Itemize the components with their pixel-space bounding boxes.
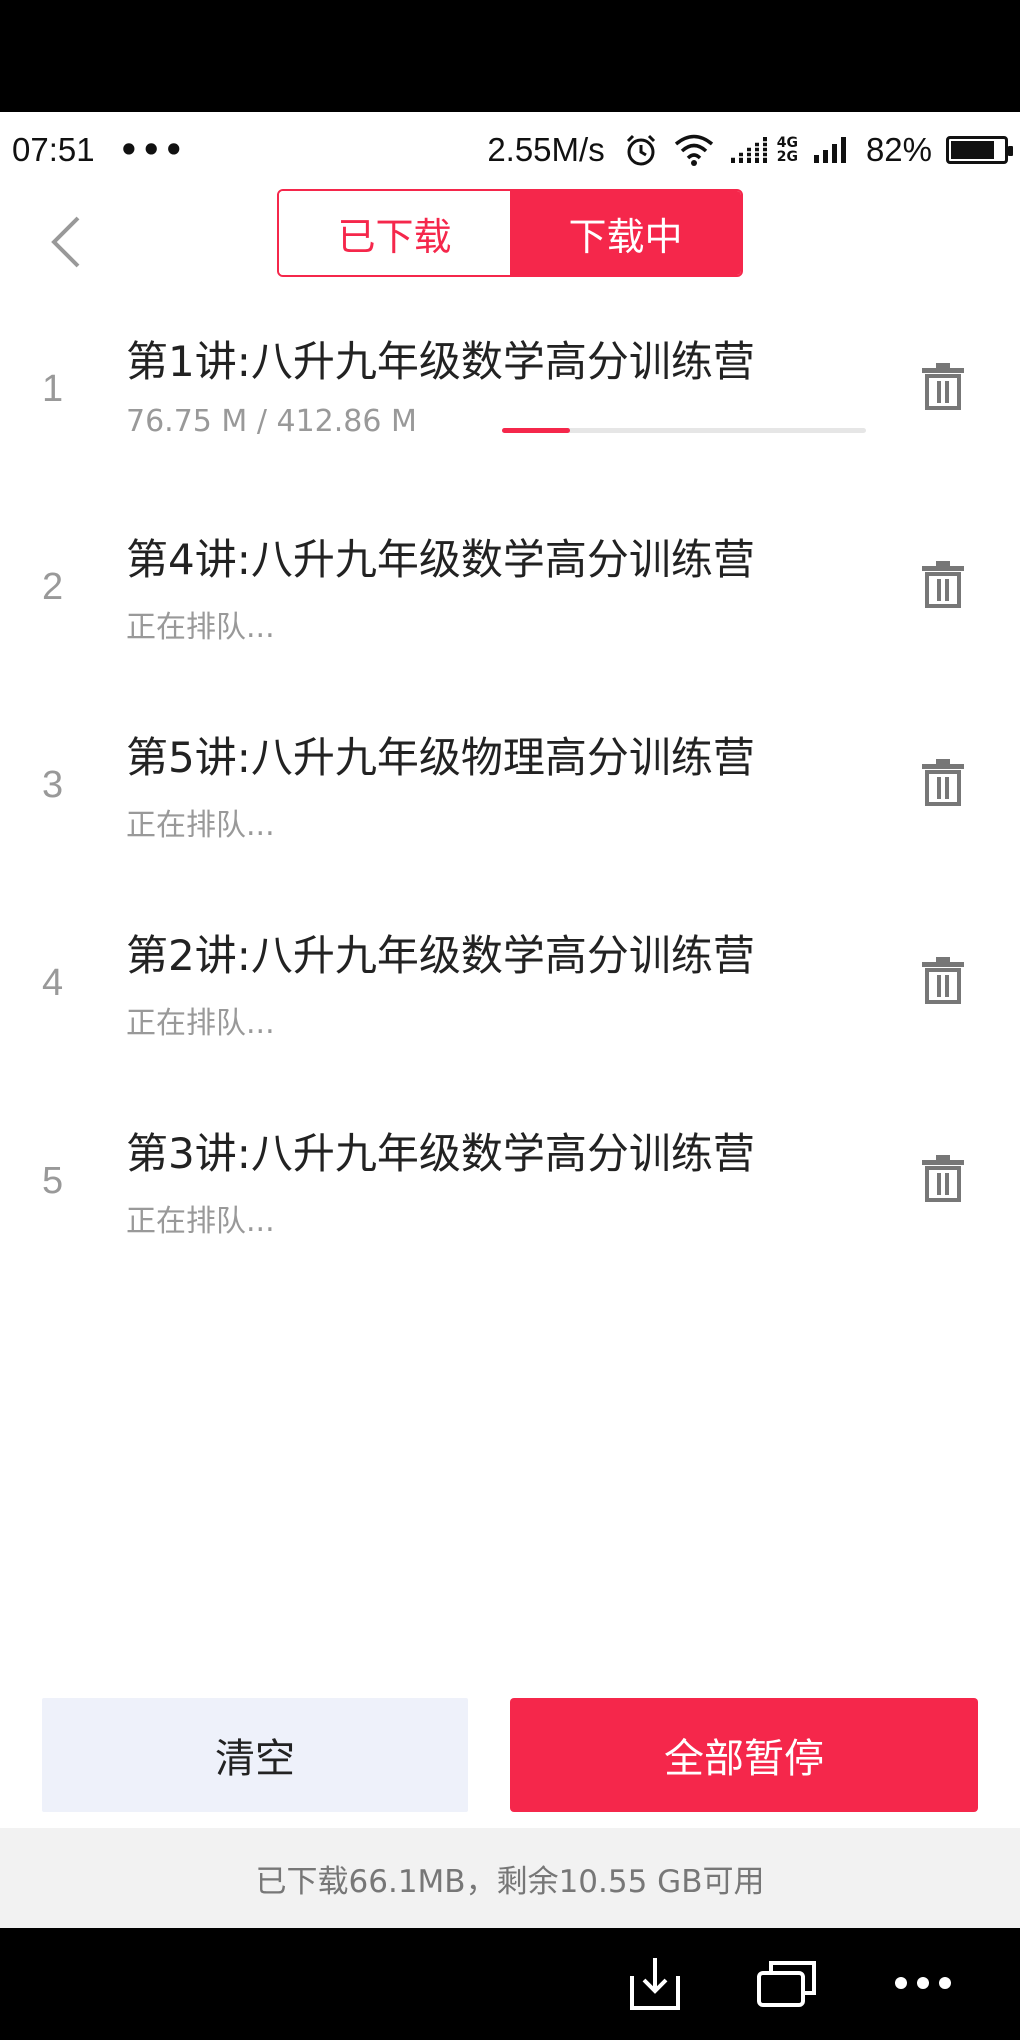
alarm-icon xyxy=(623,132,659,168)
item-index: 1 xyxy=(42,368,64,410)
list-item[interactable]: 4 第2讲:八升九年级数学高分训练营 正在排队... xyxy=(0,910,1020,1108)
status-right-group: 2.55M/s 4G 2G 82% xyxy=(487,131,1013,169)
download-list: 1 第1讲:八升九年级数学高分训练营 76.75 M / 412.86 M 2 … xyxy=(0,316,1020,1306)
item-title: 第2讲:八升九年级数学高分训练营 xyxy=(126,931,755,980)
top-bezel xyxy=(0,0,1020,112)
item-index: 2 xyxy=(42,566,64,608)
download-manager-page: 已下载 下载中 1 第1讲:八升九年级数学高分训练营 76.75 M / 412… xyxy=(0,188,1020,1928)
nav-more-button[interactable] xyxy=(888,1948,958,2018)
item-index: 3 xyxy=(42,764,64,806)
wifi-icon xyxy=(673,133,715,167)
item-title: 第5讲:八升九年级物理高分训练营 xyxy=(126,733,755,782)
nav-recent-apps-button[interactable] xyxy=(752,1948,822,2018)
item-size-progress: 76.75 M / 412.86 M xyxy=(126,404,417,439)
list-item[interactable]: 1 第1讲:八升九年级数学高分训练营 76.75 M / 412.86 M xyxy=(0,316,1020,514)
storage-info: 已下载66.1MB，剩余10.55 GB可用 xyxy=(0,1828,1020,1928)
download-tray-icon xyxy=(630,1958,680,2010)
status-bar: 07:51 ••• 2.55M/s 4G 2G 82% xyxy=(0,112,1020,188)
trash-icon[interactable] xyxy=(920,560,966,608)
battery-level-fill xyxy=(951,141,994,159)
item-index: 5 xyxy=(42,1160,64,1202)
list-item[interactable]: 2 第4讲:八升九年级数学高分训练营 正在排队... xyxy=(0,514,1020,712)
battery-percent: 82% xyxy=(865,131,932,168)
status-more-dots: ••• xyxy=(118,131,186,169)
network-type-label: 4G 2G xyxy=(777,136,798,164)
download-progress-bar xyxy=(502,428,866,433)
page-header: 已下载 下载中 xyxy=(0,188,1020,308)
clear-button[interactable]: 清空 xyxy=(42,1698,468,1812)
tab-downloaded[interactable]: 已下载 xyxy=(279,191,510,275)
phone-screen: 07:51 ••• 2.55M/s 4G 2G 82% 已下载 下载中 1 第1… xyxy=(0,0,1020,2040)
nav-download-button[interactable] xyxy=(620,1948,690,2018)
trash-icon[interactable] xyxy=(920,1154,966,1202)
item-status: 正在排队... xyxy=(126,1006,275,1041)
trash-icon[interactable] xyxy=(920,956,966,1004)
item-index: 4 xyxy=(42,962,64,1004)
item-title: 第3讲:八升九年级数学高分训练营 xyxy=(126,1129,755,1178)
list-item[interactable]: 5 第3讲:八升九年级数学高分训练营 正在排队... xyxy=(0,1108,1020,1306)
item-status: 正在排队... xyxy=(126,1204,275,1239)
item-title: 第1讲:八升九年级数学高分训练营 xyxy=(126,337,755,386)
download-progress-fill xyxy=(502,428,570,433)
item-title: 第4讲:八升九年级数学高分训练营 xyxy=(126,535,755,584)
back-button[interactable] xyxy=(40,210,90,274)
chevron-left-icon xyxy=(51,216,80,268)
recent-apps-icon xyxy=(757,1961,816,2007)
list-item[interactable]: 3 第5讲:八升九年级物理高分训练营 正在排队... xyxy=(0,712,1020,910)
more-dots-icon xyxy=(895,1977,951,1989)
cellular-signal-dotted-icon xyxy=(728,135,769,165)
item-status: 正在排队... xyxy=(126,808,275,843)
system-nav-bar xyxy=(0,1928,1020,2040)
tab-downloading[interactable]: 下载中 xyxy=(510,191,741,275)
network-type-bottom: 2G xyxy=(776,149,798,165)
pause-all-button[interactable]: 全部暂停 xyxy=(510,1698,978,1812)
battery-icon xyxy=(946,136,1013,164)
download-tabs: 已下载 下载中 xyxy=(277,189,743,277)
network-type-top: 4G xyxy=(776,135,798,151)
network-speed: 2.55M/s xyxy=(487,131,605,168)
trash-icon[interactable] xyxy=(920,758,966,806)
cellular-signal-icon xyxy=(812,135,852,165)
trash-icon[interactable] xyxy=(920,362,966,410)
status-time: 07:51 xyxy=(12,131,95,168)
item-status: 正在排队... xyxy=(126,610,275,645)
